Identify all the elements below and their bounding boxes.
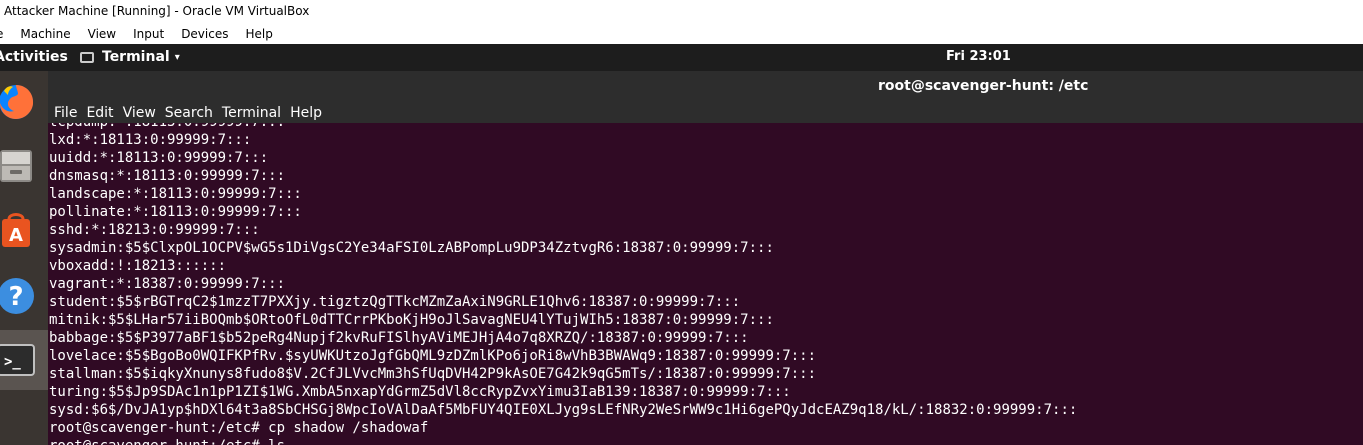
terminal-line: vboxadd:!:18213:::::: (49, 258, 227, 274)
vbox-menu-view[interactable]: View (88, 27, 116, 41)
terminal-app-icon (80, 51, 94, 63)
menu-edit[interactable]: Edit (86, 105, 113, 121)
virtualbox-menu-bar: e Machine View Input Devices Help (0, 23, 1363, 44)
terminal-line: turing:$5$Jp9SDAc1n1pP1ZI$1WG.XmbA5nxapY… (49, 384, 791, 400)
help-icon[interactable]: ? (0, 276, 36, 316)
terminal-menu-bar: File Edit View Search Terminal Help (48, 102, 1363, 123)
terminal-line: pollinate:*:18113:0:99999:7::: (49, 204, 302, 220)
files-icon[interactable] (0, 146, 36, 186)
vbox-menu-machine[interactable]: Machine (20, 27, 70, 41)
terminal-icon[interactable]: >_ (0, 340, 36, 380)
firefox-icon[interactable] (0, 81, 36, 121)
vbox-menu-devices[interactable]: Devices (181, 27, 228, 41)
terminal-output[interactable]: tcpdump:*:18113:0:99999:7::: lxd:*:18113… (48, 123, 1363, 445)
software-center-icon[interactable]: A (0, 209, 36, 249)
vbox-menu-help[interactable]: Help (245, 27, 272, 41)
terminal-line: lovelace:$5$BgoBo0WQIFKPfRv.$syUWKUtzoJg… (49, 348, 817, 364)
app-menu-label: Terminal (102, 49, 170, 65)
vbox-menu-file[interactable]: e (0, 27, 3, 41)
terminal-line: lxd:*:18113:0:99999:7::: (49, 132, 252, 148)
activities-button[interactable]: Activities (0, 49, 68, 65)
virtualbox-window-title: Attacker Machine [Running] - Oracle VM V… (4, 4, 310, 18)
terminal-line: stallman:$5$iqkyXnunys8fudo8$V.2CfJLVvcM… (49, 366, 817, 382)
terminal-line: uuidd:*:18113:0:99999:7::: (49, 150, 269, 166)
terminal-line: vagrant:*:18387:0:99999:7::: (49, 276, 286, 292)
terminal-line: sysadmin:$5$ClxpOL1OCPV$wG5s1DiVgsC2Ye34… (49, 240, 774, 256)
clock[interactable]: Fri 23:01 (946, 49, 1011, 64)
vbox-menu-input[interactable]: Input (133, 27, 164, 41)
menu-help[interactable]: Help (290, 105, 322, 121)
terminal-line: student:$5$rBGTrqC2$1mzzT7PXXjy.tigztzQg… (49, 294, 741, 310)
terminal-lines: tcpdump:*:18113:0:99999:7::: lxd:*:18113… (49, 123, 1077, 445)
window-title: root@scavenger-hunt: /etc (878, 78, 1089, 94)
help-glyph: ? (8, 282, 23, 312)
dropdown-arrow-icon: ▾ (174, 51, 180, 63)
terminal-line: tcpdump:*:18113:0:99999:7::: (49, 123, 1077, 131)
app-menu-button[interactable]: Terminal ▾ (80, 49, 180, 65)
terminal-line: babbage:$5$P3977aBF1$b52peRg4Nupjf2kvRuF… (49, 330, 749, 346)
terminal-prompt-glyph: >_ (4, 354, 21, 370)
menu-file[interactable]: File (54, 105, 77, 121)
terminal-prompt-line: root@scavenger-hunt:/etc# cp shadow /sha… (49, 420, 429, 436)
terminal-prompt-line: root@scavenger-hunt:/etc# ls (49, 437, 1077, 445)
virtualbox-title-bar: Attacker Machine [Running] - Oracle VM V… (0, 0, 1363, 23)
software-glyph: A (9, 225, 23, 246)
terminal-line: sysd:$6$/DvJA1yp$hDXl64t3a8SbCHSGj8WpcIo… (49, 402, 1078, 418)
menu-view[interactable]: View (123, 105, 156, 121)
terminal-line: dnsmasq:*:18113:0:99999:7::: (49, 168, 286, 184)
terminal-line: landscape:*:18113:0:99999:7::: (49, 186, 302, 202)
terminal-line: sshd:*:18213:0:99999:7::: (49, 222, 260, 238)
menu-search[interactable]: Search (165, 105, 213, 121)
terminal-window-titlebar[interactable]: root@scavenger-hunt: /etc (48, 71, 1363, 102)
terminal-line: mitnik:$5$LHar57iiBOQmb$ORtoOfL0dTTCrrPK… (49, 312, 774, 328)
gnome-top-bar: Activities Terminal ▾ Fri 23:01 (0, 44, 1363, 71)
ubuntu-dock: A ? >_ (0, 71, 48, 445)
menu-terminal[interactable]: Terminal (222, 105, 281, 121)
